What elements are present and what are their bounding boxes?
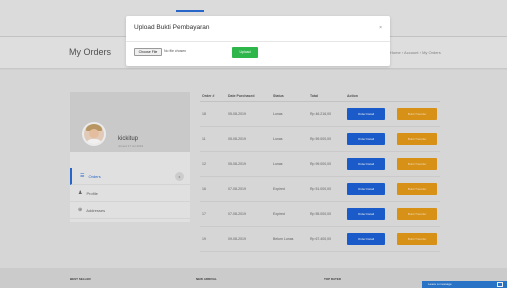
modal-title: Upload Bukti Pembayaran xyxy=(134,24,210,31)
upload-button[interactable]: Upload xyxy=(232,47,258,58)
modal-divider xyxy=(126,41,390,42)
close-icon[interactable]: × xyxy=(379,25,382,31)
file-status: No file chosen xyxy=(164,49,187,53)
choose-file-button[interactable]: Choose File xyxy=(134,48,162,56)
upload-modal: Upload Bukti Pembayaran × Choose File No… xyxy=(126,16,390,66)
